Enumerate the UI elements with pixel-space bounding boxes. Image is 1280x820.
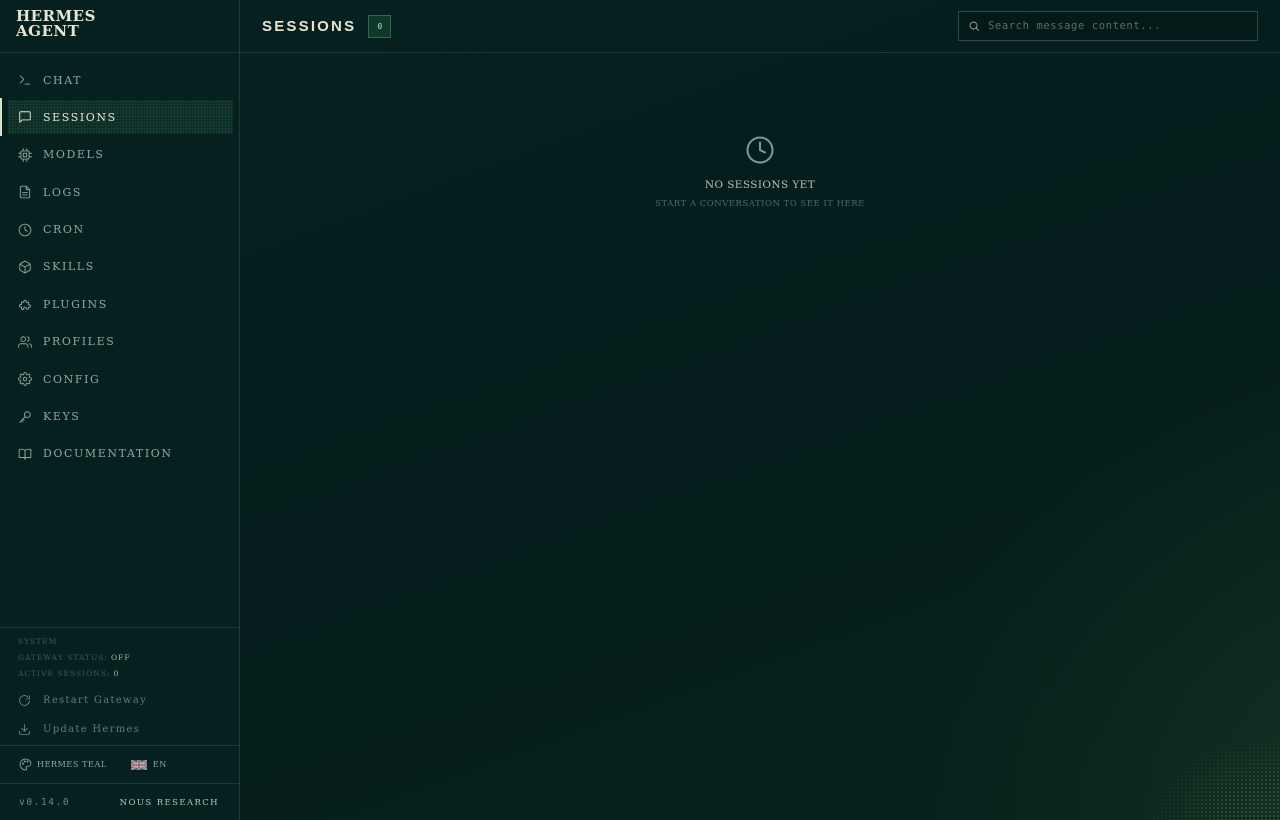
search-icon: [968, 20, 980, 32]
gateway-status-value: OFF: [110, 653, 131, 662]
clock-icon: [745, 135, 775, 169]
restart-gateway-button[interactable]: Restart Gateway: [18, 686, 221, 715]
brand-line-2: AGENT: [16, 22, 80, 40]
sidebar-item-label: SESSIONS: [43, 110, 117, 124]
sidebar-nav: CHAT SESSIONS MODELS LOGS CRON SKILLS PL…: [0, 53, 239, 471]
empty-state: NO SESSIONS YET START A CONVERSATION TO …: [240, 135, 1280, 209]
empty-state-subtitle: START A CONVERSATION TO SEE IT HERE: [655, 199, 865, 209]
sidebar-item-logs[interactable]: LOGS: [8, 175, 233, 209]
sidebar-item-label: PROFILES: [43, 335, 116, 349]
sidebar-item-skills[interactable]: SKILLS: [8, 250, 233, 284]
decorative-dot-pattern: [1140, 730, 1280, 820]
sidebar-item-label: CHAT: [43, 73, 83, 87]
sidebar-item-cron[interactable]: CRON: [8, 213, 233, 247]
users-icon: [18, 335, 32, 349]
restart-gateway-label: Restart Gateway: [43, 695, 148, 706]
sidebar-item-label: PLUGINS: [43, 297, 108, 311]
theme-label: HERMES TEAL: [37, 760, 107, 769]
update-hermes-label: Update Hermes: [43, 724, 141, 735]
empty-state-title: NO SESSIONS YET: [704, 179, 816, 191]
clock-icon: [18, 223, 32, 237]
cpu-icon: [18, 147, 32, 162]
palette-icon: [19, 758, 32, 771]
brand: HERMES AGENT: [0, 0, 239, 53]
active-sessions-value: 0: [113, 669, 120, 678]
message-square-icon: [18, 110, 32, 124]
update-hermes-button[interactable]: Update Hermes: [18, 715, 221, 744]
system-title: SYSTEM: [18, 637, 58, 646]
app-window: HERMES AGENT CHAT SESSIONS MODELS LOGS C…: [0, 0, 1280, 820]
page-header: SESSIONS 0: [240, 0, 1280, 53]
search-box[interactable]: [958, 11, 1258, 41]
active-sessions: ACTIVE SESSIONS: 0: [18, 666, 221, 682]
sidebar-item-profiles[interactable]: PROFILES: [8, 325, 233, 359]
sidebar: HERMES AGENT CHAT SESSIONS MODELS LOGS C…: [0, 0, 240, 820]
sidebar-item-chat[interactable]: CHAT: [8, 63, 233, 97]
gateway-status: GATEWAY STATUS: OFF: [18, 650, 221, 666]
book-icon: [18, 447, 32, 461]
refresh-icon: [18, 694, 32, 708]
settings-icon: [18, 372, 32, 386]
key-icon: [18, 410, 32, 424]
file-text-icon: [18, 185, 32, 199]
active-sessions-label: ACTIVE SESSIONS:: [18, 669, 111, 678]
sidebar-item-label: CONFIG: [43, 372, 101, 386]
language-label: EN: [152, 760, 167, 769]
page-title: SESSIONS: [262, 17, 357, 35]
sidebar-item-label: LOGS: [43, 185, 83, 199]
session-count-badge: 0: [368, 14, 392, 38]
sidebar-item-config[interactable]: CONFIG: [8, 362, 233, 396]
sidebar-footer: v0.14.0 NOUS RESEARCH: [0, 785, 239, 820]
theme-switcher[interactable]: HERMES TEAL: [19, 758, 107, 771]
version-label: v0.14.0: [19, 797, 71, 808]
puzzle-icon: [18, 297, 32, 311]
sidebar-item-sessions[interactable]: SESSIONS: [0, 98, 233, 137]
terminal-icon: [18, 73, 32, 87]
uk-flag-icon: [130, 759, 147, 770]
sidebar-item-plugins[interactable]: PLUGINS: [8, 287, 233, 321]
system-panel: SYSTEM GATEWAY STATUS: OFF ACTIVE SESSION…: [0, 627, 239, 744]
nous-research-link[interactable]: NOUS RESEARCH: [120, 798, 219, 808]
download-icon: [18, 723, 32, 737]
brand-logo[interactable]: HERMES AGENT: [16, 9, 223, 39]
main-content: SESSIONS 0 NO SESSIONS YET START A CONVE…: [240, 0, 1280, 820]
sidebar-item-models[interactable]: MODELS: [8, 138, 233, 172]
sidebar-item-label: MODELS: [43, 148, 105, 162]
search-input[interactable]: [988, 20, 1257, 32]
gateway-status-label: GATEWAY STATUS:: [18, 653, 108, 662]
sidebar-item-documentation[interactable]: DOCUMENTATION: [8, 437, 233, 471]
package-icon: [18, 260, 32, 274]
sidebar-item-label: DOCUMENTATION: [43, 447, 173, 461]
sidebar-item-label: CRON: [43, 223, 85, 237]
sidebar-item-label: KEYS: [43, 410, 81, 424]
preferences-bar: HERMES TEAL EN: [0, 745, 239, 784]
language-switcher[interactable]: EN: [130, 759, 167, 770]
sidebar-item-keys[interactable]: KEYS: [8, 400, 233, 434]
sidebar-item-label: SKILLS: [43, 260, 95, 274]
